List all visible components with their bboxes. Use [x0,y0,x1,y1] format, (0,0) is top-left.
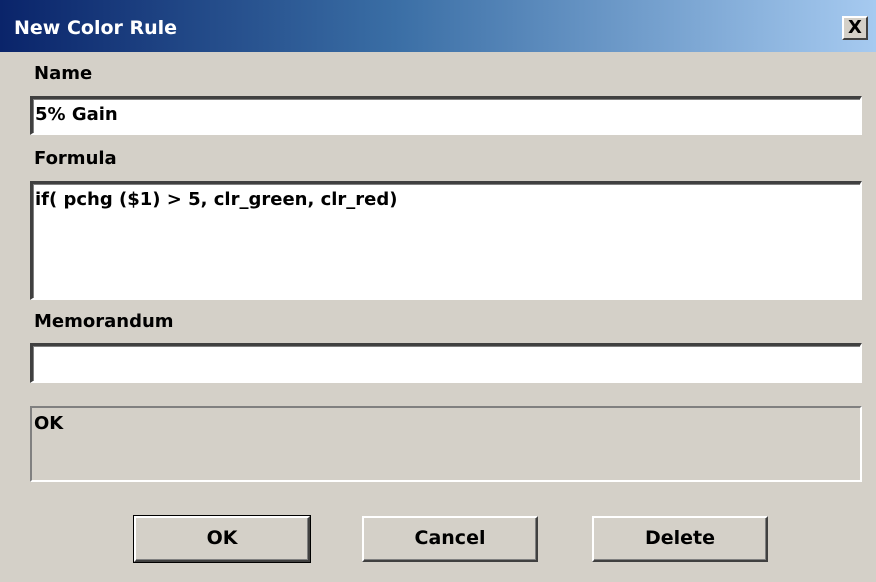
ok-button[interactable]: OK [133,515,311,563]
color-rule-dialog: New Color Rule X Name 5% Gain Formula if… [0,0,876,582]
formula-textarea[interactable]: if( pchg ($1) > 5, clr_green, clr_red) [30,181,862,300]
delete-button[interactable]: Delete [592,516,768,562]
close-icon: X [848,17,862,38]
name-label: Name [34,63,93,84]
close-button[interactable]: X [842,16,868,40]
memorandum-label: Memorandum [34,311,174,332]
name-input[interactable]: 5% Gain [30,96,862,135]
status-message-box: OK [30,406,862,482]
cancel-button[interactable]: Cancel [362,516,538,562]
memorandum-input[interactable] [30,343,862,383]
window-title: New Color Rule [14,17,178,39]
title-bar[interactable]: New Color Rule X [0,0,876,52]
formula-label: Formula [34,148,117,169]
